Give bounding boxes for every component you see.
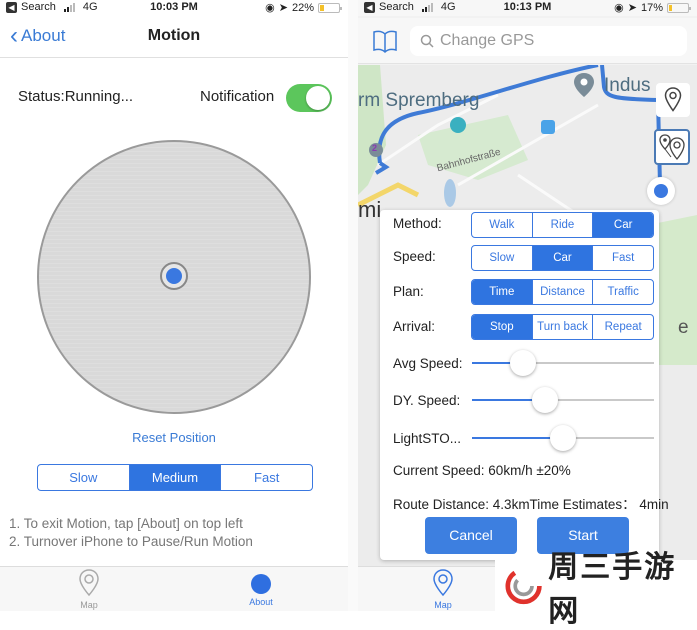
orientation-lock-icon: ◉	[614, 2, 624, 14]
tab-bar: Map About	[0, 566, 348, 611]
route-marker-number: 2	[372, 143, 377, 153]
multi-pin-icon	[659, 134, 685, 160]
speed-label: Speed:	[393, 249, 436, 264]
arrival-option-repeat[interactable]: Repeat	[592, 315, 653, 339]
light-stop-label: LightSTO...	[393, 431, 462, 446]
arrival-option-stop[interactable]: Stop	[472, 315, 532, 339]
plan-label: Plan:	[393, 284, 424, 299]
tab-map[interactable]: Map	[49, 569, 129, 610]
method-option-car[interactable]: Car	[592, 213, 653, 237]
watermark-logo-icon	[505, 567, 542, 604]
speed-segmented-control: Slow Car Fast	[471, 245, 654, 271]
speed-option-fast[interactable]: Fast	[592, 246, 653, 270]
drop-pin-button[interactable]	[656, 83, 690, 117]
about-dot-icon	[251, 574, 271, 594]
status-text: Status:Running...	[18, 88, 134, 105]
battery-icon	[318, 2, 342, 13]
tab-about[interactable]: About	[221, 569, 301, 607]
map-pin-icon	[79, 569, 99, 597]
speed-option-fast[interactable]: Fast	[220, 465, 312, 490]
instruction-line: 2. Turnover iPhone to Pause/Run Motion	[9, 534, 253, 549]
instruction-line: 1. To exit Motion, tap [About] on top le…	[9, 516, 243, 531]
map-label-edge: mi	[358, 197, 382, 222]
joystick-handle[interactable]	[160, 262, 188, 290]
arrival-label: Arrival:	[393, 319, 436, 334]
current-speed-text: Current Speed: 60km/h ±20%	[393, 463, 571, 478]
arrival-segmented-control: Stop Turn back Repeat	[471, 314, 654, 340]
map-label-edge-right: e	[678, 317, 689, 338]
status-bar: ◀ Search 4G 10:13 PM ◉ ➤ 17%	[358, 0, 697, 16]
plan-segmented-control: Time Distance Traffic	[471, 279, 654, 305]
slider-thumb[interactable]	[550, 425, 576, 451]
transit-marker	[541, 120, 555, 134]
route-info-text: Route Distance: 4.3kmTime Estimates： 4mi…	[393, 497, 669, 512]
orientation-lock-icon: ◉	[265, 2, 275, 14]
search-placeholder: Change GPS	[440, 32, 535, 49]
plan-option-time[interactable]: Time	[472, 280, 532, 304]
speed-segmented-control: Slow Medium Fast	[37, 464, 313, 491]
watermark: 周三手游网	[495, 550, 697, 629]
map-label-area: rm Spremberg	[358, 90, 480, 111]
method-option-walk[interactable]: Walk	[472, 213, 532, 237]
motion-screen: ◀ Search 4G 10:03 PM ◉ ➤ 22% ‹ About Mot…	[0, 0, 348, 611]
poi-marker	[450, 117, 466, 133]
location-arrow-icon: ➤	[278, 2, 288, 14]
watermark-text: 周三手游网	[548, 549, 677, 629]
battery-percent: 22%	[291, 1, 314, 14]
joystick-handle-core	[166, 268, 182, 284]
tab-map[interactable]: Map	[403, 569, 483, 610]
plan-option-distance[interactable]: Distance	[531, 280, 593, 304]
status-bar: ◀ Search 4G 10:03 PM ◉ ➤ 22%	[0, 0, 348, 16]
light-stop-slider[interactable]	[472, 425, 654, 451]
method-label: Method:	[393, 216, 442, 231]
method-segmented-control: Walk Ride Car	[471, 212, 654, 238]
speed-option-medium[interactable]: Medium	[128, 465, 221, 490]
reset-position-button[interactable]: Reset Position	[0, 430, 348, 445]
bookmarks-icon[interactable]	[372, 29, 398, 53]
tab-about-label: About	[249, 597, 273, 607]
map-view[interactable]: 2 rm Spremberg Indus Bahnhofstraße mi e …	[358, 65, 697, 566]
tab-map-label: Map	[434, 600, 452, 610]
nav-bar: ‹ About Motion	[0, 18, 348, 58]
battery-icon	[667, 2, 691, 13]
plan-option-traffic[interactable]: Traffic	[592, 280, 653, 304]
arrival-option-turn-back[interactable]: Turn back	[531, 315, 593, 339]
search-bar: Change GPS	[358, 18, 697, 64]
location-dot-icon	[654, 184, 668, 198]
map-pin-icon	[433, 569, 453, 597]
speed-option-car[interactable]: Car	[531, 246, 593, 270]
toggle-knob	[306, 86, 330, 110]
multi-stop-route-button[interactable]	[654, 129, 690, 165]
notification-label: Notification	[200, 88, 275, 105]
tab-map-label: Map	[80, 600, 98, 610]
dy-speed-label: DY. Speed:	[393, 393, 461, 408]
map-pin-icon	[664, 87, 682, 112]
method-option-ride[interactable]: Ride	[531, 213, 593, 237]
instructions: 1. To exit Motion, tap [About] on top le…	[9, 515, 253, 551]
pond	[444, 179, 456, 207]
map-label-industry: Indus	[604, 75, 651, 96]
notification-toggle[interactable]	[286, 84, 332, 112]
route-settings-panel: Method: Walk Ride Car Speed: Slow Car Fa…	[380, 210, 669, 560]
cancel-button[interactable]: Cancel	[425, 517, 517, 554]
search-icon	[420, 34, 434, 48]
page-title: Motion	[147, 27, 201, 44]
dy-speed-slider[interactable]	[472, 387, 654, 413]
speed-option-slow[interactable]: Slow	[472, 246, 532, 270]
divider	[348, 0, 358, 611]
current-location-button[interactable]	[647, 177, 675, 205]
speed-option-slow[interactable]: Slow	[38, 465, 129, 490]
battery-percent: 17%	[640, 1, 663, 14]
search-input[interactable]: Change GPS	[410, 26, 687, 56]
slider-thumb[interactable]	[509, 350, 536, 376]
avg-speed-slider[interactable]	[472, 350, 654, 376]
slider-thumb[interactable]	[531, 387, 558, 413]
avg-speed-label: Avg Speed:	[393, 356, 463, 371]
map-screen: ◀ Search 4G 10:13 PM ◉ ➤ 17% Change GPS	[358, 0, 697, 611]
location-arrow-icon: ➤	[627, 2, 637, 14]
